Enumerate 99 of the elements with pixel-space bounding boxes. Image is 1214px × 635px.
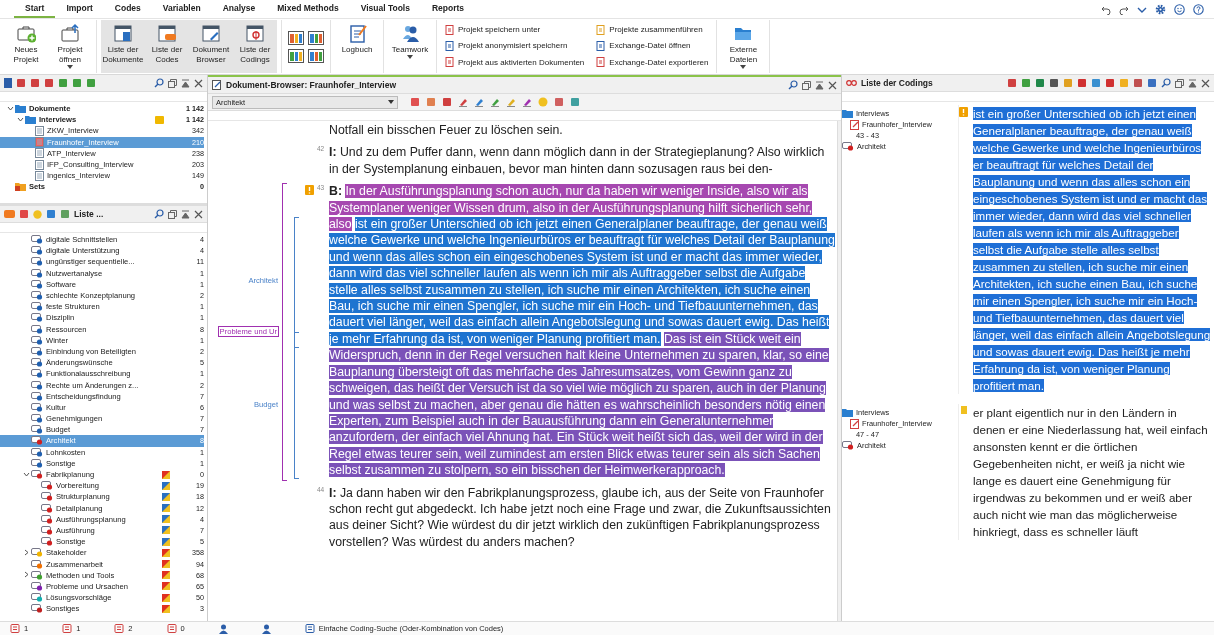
paragraph-text: Notfall ein bisschen Feuer zu löschen sein. bbox=[329, 122, 564, 139]
chevron-down-icon[interactable] bbox=[1137, 5, 1147, 14]
ribbon-button[interactable]: Projekt öffnen bbox=[48, 20, 92, 73]
document-icon bbox=[35, 125, 44, 136]
document-pen-icon bbox=[850, 119, 859, 130]
settings-icon[interactable] bbox=[1155, 4, 1166, 15]
ribbon-button[interactable]: Neues Projekt bbox=[4, 20, 48, 73]
people-icon bbox=[400, 23, 420, 43]
folder-icon bbox=[842, 408, 853, 417]
file-icon bbox=[596, 40, 606, 51]
panel-title: Liste ... bbox=[74, 209, 104, 219]
folder-icon bbox=[15, 104, 26, 114]
collapse-icon[interactable] bbox=[815, 80, 824, 90]
window-pen-icon bbox=[201, 23, 221, 43]
layout-icon[interactable] bbox=[308, 30, 324, 45]
undo-icon[interactable] bbox=[1101, 4, 1111, 15]
coding-stripe[interactable] bbox=[294, 217, 299, 348]
coding-stripe[interactable] bbox=[294, 331, 299, 480]
file-icon bbox=[445, 40, 454, 51]
window-tag-icon bbox=[157, 23, 177, 43]
highlighter-icon[interactable] bbox=[522, 97, 532, 107]
ribbon-button[interactable]: Logbuch bbox=[335, 20, 379, 73]
close-icon[interactable] bbox=[1201, 78, 1210, 88]
collapse-icon[interactable] bbox=[181, 78, 190, 88]
notepad-icon bbox=[347, 23, 367, 43]
ribbon-button[interactable]: Liste der Codings bbox=[233, 20, 277, 73]
ribbon-command[interactable]: Projekt speichern unter bbox=[445, 22, 585, 37]
document-pen-icon bbox=[212, 80, 222, 90]
document-icon bbox=[35, 148, 44, 159]
restore-icon[interactable] bbox=[1175, 78, 1184, 88]
person-icon[interactable] bbox=[218, 623, 228, 634]
window-document-icon bbox=[113, 23, 133, 43]
document-icon bbox=[35, 170, 44, 181]
toolbar-icon[interactable] bbox=[19, 209, 29, 219]
ribbon-tab[interactable]: Reports bbox=[420, 3, 476, 18]
restore-icon[interactable] bbox=[168, 78, 177, 88]
chevron-right-icon[interactable] bbox=[23, 548, 30, 556]
file-icon bbox=[596, 24, 606, 35]
panel-title: Liste der Codings bbox=[861, 78, 933, 88]
folder-icon bbox=[842, 109, 853, 118]
chevron-right-icon[interactable] bbox=[23, 571, 30, 579]
ribbon-command[interactable]: Exchange-Datei exportieren bbox=[596, 54, 709, 70]
ribbon-tab[interactable]: Codes bbox=[103, 3, 152, 18]
ribbon-button[interactable]: Dokument Browser bbox=[189, 20, 233, 73]
highlighter-icon[interactable] bbox=[490, 97, 500, 107]
help-icon[interactable] bbox=[1193, 4, 1204, 15]
highlighter-icon[interactable] bbox=[506, 97, 516, 107]
set-icon bbox=[15, 182, 26, 192]
briefcase-arrow-icon bbox=[60, 23, 80, 43]
document-icon bbox=[10, 624, 20, 633]
document-pen-icon bbox=[850, 418, 859, 429]
close-icon[interactable] bbox=[194, 78, 203, 88]
person-icon[interactable] bbox=[261, 623, 271, 634]
ribbon-tab[interactable]: Variablen bbox=[151, 3, 212, 18]
ribbon-command[interactable]: Exchange-Datei öffnen bbox=[596, 38, 709, 54]
panel-title: Dokument-Browser: Fraunhofer_Interview bbox=[226, 80, 397, 90]
ribbon-tab[interactable]: Analyse bbox=[211, 3, 267, 18]
layout-icon[interactable] bbox=[308, 48, 324, 63]
ribbon-tab[interactable]: Start bbox=[14, 3, 56, 18]
coding-stripe[interactable] bbox=[282, 183, 287, 481]
ribbon-button[interactable]: Liste der Codes bbox=[145, 20, 189, 73]
restore-icon[interactable] bbox=[802, 80, 811, 90]
highlighter-icon[interactable] bbox=[458, 97, 468, 107]
window-marker-icon bbox=[245, 23, 265, 43]
paragraph-text: I: Ja dann haben wir den Fabrikplanungsprozess, glaube ich, aus der Seite von Fraunhofer schon recht gut abgedeckt. Ich habe jetzt noch eine Frage und zwar, die Zukunftsaussichten aus deiner Sicht? Wie würdest du dir jetzt wirklich den zukünftigen Fabrikplanungsprozess vorstellen? Was würdest du anders machen? bbox=[329, 484, 832, 551]
document-icon bbox=[35, 137, 44, 148]
restore-icon[interactable] bbox=[168, 209, 177, 219]
ribbon-tab[interactable]: Import bbox=[55, 3, 104, 18]
ribbon-tab[interactable]: Mixed Methods bbox=[266, 3, 350, 18]
folder-icon bbox=[25, 115, 36, 125]
file-icon bbox=[596, 57, 606, 68]
close-icon[interactable] bbox=[828, 80, 837, 90]
paragraph-text: B: In der Ausführungsplanung schon auch, nur da haben wir weniger Inside, also wir als Systemplaner weniger Wissen drum, also in der Ausführungsplanung hilft sicherlich sehr, also ist ein großer Unterschied ob ich jetzt einen Generalplaner beauftrage, der genau weiß welche Gewerke und welche Ingenieurbüros er beauftragt für welches Detail der Bauplanung und wenn das alles schon ein eingeschobenes System ist und er macht das immer wieder, dann wird das viel schneller laufen als wenn ich mir als Auftraggeber selbst die Aufgabe stelle alles selbst zusammen zu stellen, ich suche mir einen Architekten, ich suche einen Bau, ich suche mir einen Spengler, ich suche mir ein Hoch- und Tiefbauunternehmen, das dauert viel länger, weil das einfach allein Angebotslegung und sowas dauert ewig. Das heißt je mehr Erfahrung da ist, von weniger Planung profitiert man. Das ist ein Stück weit ein Widerspruch, denn in der Regel versuchen halt kleine Unternehmen zu sparen, klar, so eine Bauplanung übersteigt oft das mehrfache des Jahresumsatzes, vom Gewinn ganz zu schweigen, das heißt der Versuch ist da so viel wie möglich zu sparen, auch in der Planung und was selbst zu machen, aber genau die hätten es wahrscheinlich besonders nötig einen Experten, zum Beispiel auch in der Bauausführung dann ein Generalunternehmer anzufordern, der einfach viel Ahnung hat. Ein Stück weit heißt sich das, weil der wird in der Regel etwas teurer sein, weil zumindest am ersten Blick etwas teurer sein als sich Sachen selbst zusammen zu stolpern, so ein bisschen der Heimwerkerapproach. bbox=[329, 183, 836, 479]
ribbon-command[interactable]: Projekt aus aktivierten Dokumenten bbox=[445, 54, 585, 70]
coding-text[interactable]: er plant eigentlich nur in den Ländern in denen er eine Niederlassung hat, weil einfach ansonsten kennt er die örtlichen Gegebenheiten nicht, er weiß ja nicht wie lange es dauert eine Genehmigung für irgendwas zu bekommen und er weiß aber auch nicht wie man das möglicherweise hinkriegt, dass es schneller läuft bbox=[973, 404, 1211, 540]
ribbon-button[interactable]: Externe Dateien bbox=[721, 20, 766, 73]
document-icon bbox=[35, 159, 44, 170]
briefcase-plus-icon bbox=[16, 23, 36, 43]
redo-icon[interactable] bbox=[1119, 4, 1129, 15]
ribbon-command[interactable]: Projekt anonymisiert speichern bbox=[445, 38, 585, 54]
file-icon bbox=[445, 57, 454, 68]
layout-icon[interactable] bbox=[288, 30, 304, 45]
smiley-icon[interactable] bbox=[1174, 4, 1185, 15]
paragraph-text: I: Und zu dem Puffer dann, wenn dann möglich dann in der Strategieplanung? Also wirklich in der Systemplanung einbauen, bevor man hinten dann sozusagen raus bei den- bbox=[329, 144, 826, 178]
caret-icon bbox=[388, 100, 394, 104]
coding-text[interactable]: ist ein großer Unterschied ob ich jetzt einen Generalplaner beauftrage, der genau weiß welche Gewerke und welche Ingenieurbüros er beauftragt für welches Detail der Bauplanung und wenn das alles schon ein eingeschobenes System ist und er macht das immer wieder, dann wird das viel schneller laufen als wenn ich mir als Auftraggeber selbst die Aufgabe stelle alles selbst zusammen zu stellen, ich suche mir einen Architekten, ich suche einen Bau, ich suche mir einen Spengler, ich suche mir ein Hoch- und Tiefbauunternehmen, das dauert viel länger, weil das einfach allein Angebotslegung und sowas dauert ewig. Das heißt je mehr Erfahrung da ist, von weniger Planung profitiert man. bbox=[973, 105, 1211, 394]
ribbon-tab[interactable]: Visual Tools bbox=[349, 3, 421, 18]
chevron-down-icon[interactable] bbox=[23, 470, 30, 478]
highlighter-icon[interactable] bbox=[474, 97, 484, 107]
ribbon-button[interactable]: Liste der Dokumente bbox=[101, 20, 145, 73]
file-icon bbox=[445, 24, 454, 35]
close-icon[interactable] bbox=[194, 209, 203, 219]
layout-icon[interactable] bbox=[288, 48, 304, 63]
ribbon-command[interactable]: Projekte zusammenführen bbox=[596, 22, 709, 37]
collapse-icon[interactable] bbox=[181, 209, 190, 219]
chevron-down-icon[interactable] bbox=[17, 115, 24, 123]
chevron-down-icon[interactable] bbox=[7, 104, 14, 112]
collapse-icon[interactable] bbox=[1188, 78, 1197, 88]
ribbon-button[interactable]: Teamwork bbox=[388, 20, 432, 73]
